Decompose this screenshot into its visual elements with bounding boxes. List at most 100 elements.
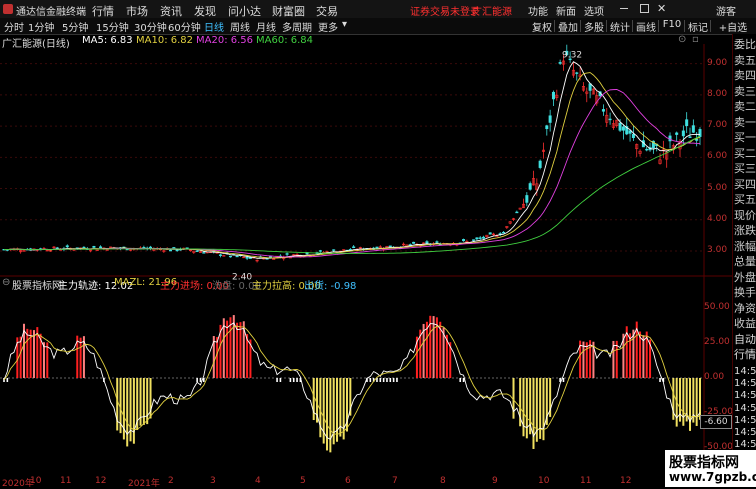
indicator-tick-label: 50.00 [704, 302, 730, 312]
quote-row-label[interactable]: 涨幅 [734, 238, 756, 254]
date-tick-label: 12 [620, 476, 632, 486]
quote-row-label[interactable]: 涨跌 [734, 222, 756, 238]
enter-bar [79, 337, 82, 378]
indicator-name[interactable]: 股票指标网 [12, 277, 62, 292]
menu-wealth[interactable]: 财富圈 [272, 3, 305, 19]
neutral-bar [389, 378, 392, 382]
menu-trade[interactable]: 交易 [316, 3, 338, 19]
sell-bar [312, 378, 315, 421]
price-tick-label: 9.00 [707, 57, 728, 68]
quote-row-label[interactable]: 卖五 [734, 52, 756, 68]
quote-row-label[interactable]: 换手 [734, 284, 756, 300]
quote-row-label[interactable]: 卖一 [734, 114, 756, 130]
quote-row-label[interactable]: 总量 [734, 253, 756, 269]
btn-add-watchlist[interactable]: +自选 [712, 19, 754, 34]
btn-adjust[interactable]: 复权 [530, 19, 554, 34]
candle-body [478, 237, 482, 239]
price-tick-label: 8.00 [707, 88, 728, 99]
period-15min[interactable]: 15分钟 [96, 19, 129, 34]
date-tick-label: 10 [538, 476, 550, 486]
close-icon[interactable]: ✕ [657, 2, 666, 15]
date-tick-label: 2021年 [128, 479, 160, 489]
period-monthly[interactable]: 月线 [256, 19, 276, 34]
indicator-toggle-icon[interactable]: ⊖ [2, 277, 10, 288]
quote-row-label[interactable]: 买一 [734, 129, 756, 145]
quote-row-label[interactable]: 买五 [734, 191, 756, 207]
quote-row-label[interactable]: 卖二 [734, 98, 756, 114]
btn-multi-stock[interactable]: 多股 [582, 19, 606, 34]
menu-ask[interactable]: 问小达 [228, 3, 261, 19]
app-logo-icon [3, 4, 13, 14]
period-daily[interactable]: 日线 [204, 19, 224, 34]
candle-body [195, 250, 199, 252]
date-tick-label: 10 [30, 476, 42, 486]
period-30min[interactable]: 30分钟 [134, 19, 167, 34]
menu-new-layout[interactable]: 新面 [556, 3, 576, 18]
quote-row-label[interactable]: 收益 [734, 315, 756, 331]
quote-row-label[interactable]: 自动 [734, 331, 756, 347]
price-tick-label: 7.00 [707, 120, 728, 131]
broker-label[interactable]: 广汇能源 [472, 3, 512, 18]
tick-time: 14:56 [734, 378, 756, 390]
maximize-icon[interactable] [640, 4, 649, 13]
quote-row-label[interactable]: 外盘 [734, 269, 756, 285]
period-multi[interactable]: 多周期 [282, 19, 312, 34]
quote-row-label[interactable]: 买四 [734, 176, 756, 192]
menu-discover[interactable]: 发现 [194, 3, 216, 19]
candle-body [685, 119, 689, 127]
menu-options[interactable]: 选项 [584, 3, 604, 18]
candle-body [691, 125, 695, 133]
candle-body [698, 129, 702, 137]
period-more[interactable]: 更多 [318, 19, 338, 34]
date-tick-label: 8 [440, 476, 446, 486]
divider [710, 20, 711, 32]
candle-body [235, 255, 239, 258]
period-1min[interactable]: 1分钟 [28, 19, 54, 34]
menu-news[interactable]: 资讯 [160, 3, 182, 19]
chevron-down-icon[interactable]: ▾ [342, 19, 347, 30]
btn-mark[interactable]: 标记 [686, 19, 710, 34]
kline-chart[interactable]: 9.322.40 [0, 44, 732, 464]
sell-bar [522, 378, 525, 437]
quote-row-label[interactable]: 现价 [734, 207, 756, 223]
quote-row-label[interactable]: 委比 [734, 36, 756, 52]
period-weekly[interactable]: 周线 [230, 19, 250, 34]
candle-body [525, 195, 529, 203]
sell-bar [146, 378, 149, 425]
period-tick[interactable]: 分时 [4, 19, 24, 34]
quote-row-label[interactable]: 卖三 [734, 83, 756, 99]
btn-statistics[interactable]: 统计 [608, 19, 632, 34]
candle-body [688, 136, 692, 138]
quote-row-label[interactable]: 买三 [734, 160, 756, 176]
candle-body [621, 126, 625, 131]
user-label[interactable]: 游客 [716, 3, 736, 18]
candle-body [551, 91, 555, 100]
date-tick-label: 4 [255, 476, 261, 486]
menu-quotes[interactable]: 行情 [92, 3, 114, 19]
period-5min[interactable]: 5分钟 [62, 19, 88, 34]
trade-status[interactable]: 证券交易未登录 [410, 3, 480, 18]
ind-sell: 出货: -0.98 [304, 281, 357, 292]
sell-bar [336, 378, 339, 442]
candle-body [608, 118, 612, 121]
quote-row-label[interactable]: 买二 [734, 145, 756, 161]
quote-row-label[interactable]: 卖四 [734, 67, 756, 83]
minimize-icon[interactable] [620, 8, 628, 9]
indicator-tick-label: 0.00 [704, 372, 725, 382]
period-toolbar: 分时 1分钟 5分钟 15分钟 30分钟 60分钟 日线 周线 月线 多周期 更… [0, 18, 756, 35]
btn-draw[interactable]: 画线 [634, 19, 658, 34]
quote-row-label[interactable]: 行情 [734, 346, 756, 362]
current-value-tag: -6.60 [700, 415, 732, 429]
enter-bar [239, 322, 242, 378]
period-60min[interactable]: 60分钟 [168, 19, 201, 34]
btn-overlay[interactable]: 叠加 [556, 19, 580, 34]
sell-bar [132, 378, 135, 444]
quote-row-label[interactable]: 净资 [734, 300, 756, 316]
btn-f10[interactable]: F10 [660, 19, 684, 30]
menu-function[interactable]: 功能 [528, 3, 548, 18]
ma5-line [3, 61, 701, 259]
candle-body [65, 245, 69, 248]
candle-body [425, 241, 429, 244]
sell-bar [532, 378, 535, 449]
menu-market[interactable]: 市场 [126, 3, 148, 19]
